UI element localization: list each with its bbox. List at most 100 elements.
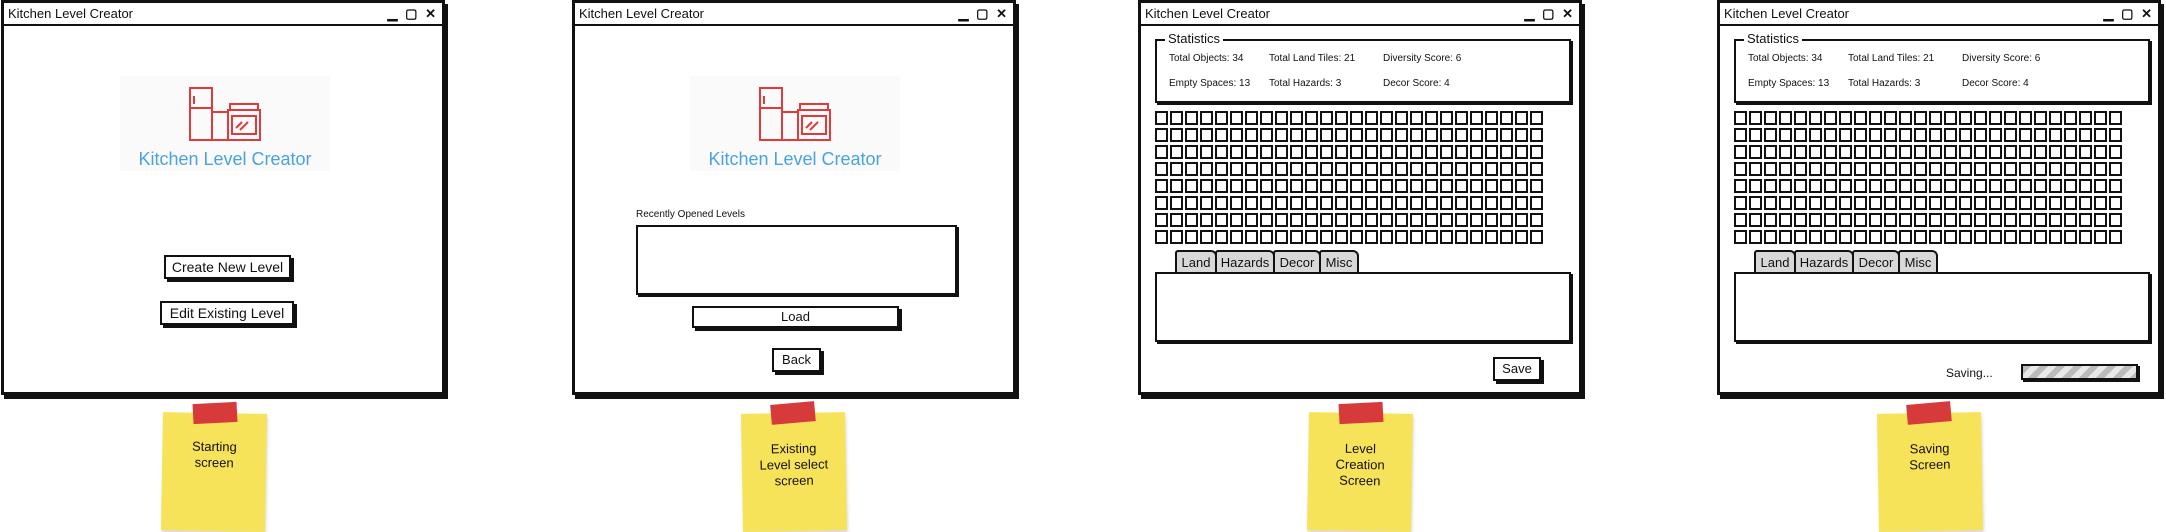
grid-cell[interactable]: [1470, 128, 1483, 142]
grid-cell[interactable]: [2049, 196, 2062, 210]
grid-cell[interactable]: [1245, 179, 1258, 193]
close-icon[interactable]: ✕: [425, 3, 438, 24]
grid-cell[interactable]: [1779, 162, 1792, 176]
grid-cell[interactable]: [1320, 179, 1333, 193]
level-grid[interactable]: [1734, 111, 2122, 244]
grid-cell[interactable]: [1275, 213, 1288, 227]
grid-cell[interactable]: [1245, 162, 1258, 176]
grid-cell[interactable]: [1530, 179, 1543, 193]
grid-cell[interactable]: [1749, 145, 1762, 159]
grid-cell[interactable]: [2079, 213, 2092, 227]
grid-cell[interactable]: [1959, 179, 1972, 193]
grid-cell[interactable]: [1500, 145, 1513, 159]
grid-cell[interactable]: [1809, 213, 1822, 227]
grid-cell[interactable]: [1749, 162, 1762, 176]
grid-cell[interactable]: [1380, 128, 1393, 142]
grid-cell[interactable]: [2079, 128, 2092, 142]
grid-cell[interactable]: [1320, 213, 1333, 227]
grid-cell[interactable]: [1245, 111, 1258, 125]
grid-cell[interactable]: [1230, 196, 1243, 210]
grid-cell[interactable]: [1440, 162, 1453, 176]
grid-cell[interactable]: [1794, 162, 1807, 176]
grid-cell[interactable]: [1170, 196, 1183, 210]
grid-cell[interactable]: [1884, 213, 1897, 227]
grid-cell[interactable]: [1335, 162, 1348, 176]
grid-cell[interactable]: [2079, 230, 2092, 244]
grid-cell[interactable]: [1929, 145, 1942, 159]
grid-cell[interactable]: [1170, 179, 1183, 193]
grid-cell[interactable]: [1470, 111, 1483, 125]
grid-cell[interactable]: [1530, 213, 1543, 227]
grid-cell[interactable]: [1470, 162, 1483, 176]
grid-cell[interactable]: [1500, 162, 1513, 176]
grid-cell[interactable]: [1155, 111, 1168, 125]
grid-cell[interactable]: [1215, 179, 1228, 193]
grid-cell[interactable]: [1779, 179, 1792, 193]
grid-cell[interactable]: [1974, 128, 1987, 142]
grid-cell[interactable]: [1470, 145, 1483, 159]
grid-cell[interactable]: [1290, 111, 1303, 125]
grid-cell[interactable]: [1275, 145, 1288, 159]
grid-cell[interactable]: [1884, 162, 1897, 176]
grid-cell[interactable]: [2019, 230, 2032, 244]
grid-cell[interactable]: [1914, 111, 1927, 125]
grid-cell[interactable]: [1929, 213, 1942, 227]
grid-cell[interactable]: [1260, 213, 1273, 227]
grid-cell[interactable]: [2034, 213, 2047, 227]
tab-decor[interactable]: Decor: [1273, 250, 1321, 272]
grid-cell[interactable]: [2049, 111, 2062, 125]
grid-cell[interactable]: [1185, 128, 1198, 142]
grid-cell[interactable]: [1914, 196, 1927, 210]
grid-cell[interactable]: [1200, 145, 1213, 159]
grid-cell[interactable]: [1365, 213, 1378, 227]
grid-cell[interactable]: [1185, 145, 1198, 159]
grid-cell[interactable]: [1764, 213, 1777, 227]
grid-cell[interactable]: [1155, 128, 1168, 142]
grid-cell[interactable]: [1779, 213, 1792, 227]
grid-cell[interactable]: [1185, 196, 1198, 210]
grid-cell[interactable]: [1749, 128, 1762, 142]
grid-cell[interactable]: [1275, 179, 1288, 193]
grid-cell[interactable]: [1794, 230, 1807, 244]
grid-cell[interactable]: [1779, 111, 1792, 125]
grid-cell[interactable]: [1530, 196, 1543, 210]
grid-cell[interactable]: [1215, 111, 1228, 125]
grid-cell[interactable]: [2004, 230, 2017, 244]
grid-cell[interactable]: [1260, 111, 1273, 125]
grid-cell[interactable]: [1185, 179, 1198, 193]
grid-cell[interactable]: [1410, 111, 1423, 125]
grid-cell[interactable]: [1914, 230, 1927, 244]
grid-cell[interactable]: [2094, 145, 2107, 159]
level-grid[interactable]: [1155, 111, 1543, 244]
grid-cell[interactable]: [1929, 179, 1942, 193]
grid-cell[interactable]: [2079, 179, 2092, 193]
grid-cell[interactable]: [1425, 145, 1438, 159]
grid-cell[interactable]: [1914, 128, 1927, 142]
grid-cell[interactable]: [1929, 162, 1942, 176]
grid-cell[interactable]: [1899, 111, 1912, 125]
grid-cell[interactable]: [1155, 145, 1168, 159]
grid-cell[interactable]: [1914, 179, 1927, 193]
close-icon[interactable]: ✕: [2141, 3, 2154, 24]
grid-cell[interactable]: [1530, 128, 1543, 142]
grid-cell[interactable]: [1230, 128, 1243, 142]
grid-cell[interactable]: [1839, 213, 1852, 227]
grid-cell[interactable]: [2034, 145, 2047, 159]
grid-cell[interactable]: [1380, 196, 1393, 210]
grid-cell[interactable]: [1395, 128, 1408, 142]
grid-cell[interactable]: [1230, 179, 1243, 193]
grid-cell[interactable]: [2064, 196, 2077, 210]
grid-cell[interactable]: [1959, 213, 1972, 227]
grid-cell[interactable]: [1824, 162, 1837, 176]
grid-cell[interactable]: [1500, 230, 1513, 244]
grid-cell[interactable]: [1869, 162, 1882, 176]
grid-cell[interactable]: [2034, 179, 2047, 193]
grid-cell[interactable]: [1350, 213, 1363, 227]
grid-cell[interactable]: [2094, 162, 2107, 176]
grid-cell[interactable]: [1515, 196, 1528, 210]
save-button[interactable]: Save: [1493, 357, 1541, 381]
grid-cell[interactable]: [1410, 196, 1423, 210]
grid-cell[interactable]: [1929, 196, 1942, 210]
grid-cell[interactable]: [1260, 128, 1273, 142]
grid-cell[interactable]: [1854, 111, 1867, 125]
